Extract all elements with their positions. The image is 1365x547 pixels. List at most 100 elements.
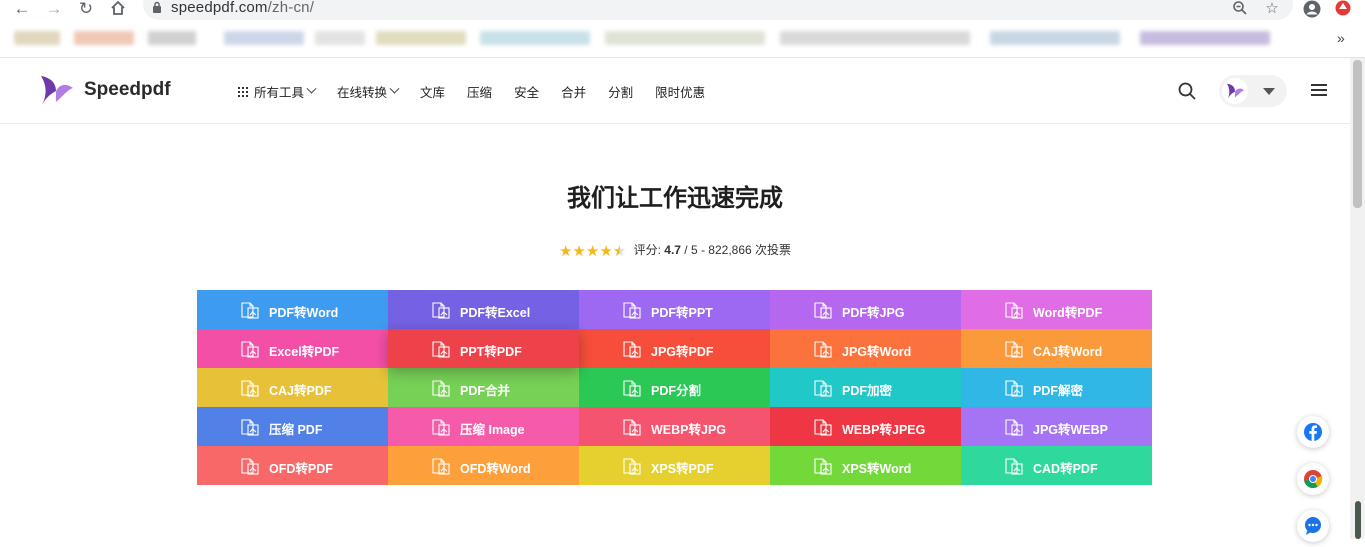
profile-icon[interactable] <box>1303 0 1321 18</box>
facebook-share-button[interactable] <box>1297 416 1329 448</box>
brand-name[interactable]: Speedpdf <box>84 79 171 101</box>
tool-tile-12[interactable]: PDF分割 <box>579 368 770 407</box>
tool-tile-9[interactable]: CAJ转Word <box>961 329 1152 368</box>
tool-tile-20[interactable]: OFD转PDF <box>197 446 388 485</box>
chat-button[interactable] <box>1297 510 1329 542</box>
bookmark-item[interactable] <box>1140 31 1270 45</box>
tool-tile-18[interactable]: WEBP转JPEG <box>770 407 961 446</box>
tool-tile-17[interactable]: WEBP转JPG <box>579 407 770 446</box>
zoom-icon[interactable] <box>1231 0 1249 18</box>
bookmark-item[interactable] <box>148 31 196 45</box>
forward-icon[interactable]: → <box>44 0 64 18</box>
speedpdf-logo-icon[interactable] <box>38 72 74 108</box>
pdf-word-icon <box>241 300 259 319</box>
user-menu[interactable] <box>1219 75 1287 107</box>
tool-tile-14[interactable]: PDF解密 <box>961 368 1152 407</box>
hamburger-menu-icon[interactable] <box>1311 84 1327 98</box>
bookmark-item[interactable] <box>780 31 970 45</box>
nav-item-1[interactable]: 在线转换 <box>337 82 400 101</box>
nav-item-6[interactable]: 分割 <box>608 82 633 101</box>
tool-label: Word转PDF <box>1033 306 1103 320</box>
nav-item-4[interactable]: 安全 <box>514 82 539 101</box>
excel-pdf-icon <box>241 339 259 358</box>
chrome-extension-button[interactable] <box>1297 463 1329 495</box>
jpg-pdf-icon <box>623 339 641 358</box>
speedpdf-avatar-icon <box>1227 83 1245 99</box>
tool-label: PDF转Excel <box>460 306 531 320</box>
jpg-webp-icon <box>1005 417 1023 436</box>
omnibox[interactable] <box>143 0 1293 20</box>
tool-tile-24[interactable]: CAD转PDF <box>961 446 1152 485</box>
tool-tile-5[interactable]: Excel转PDF <box>197 329 388 368</box>
star-full-icon: ★ <box>585 243 600 260</box>
tool-label: CAD转PDF <box>1033 462 1098 476</box>
bookmark-item[interactable] <box>376 31 466 45</box>
bookmark-item[interactable] <box>14 31 60 45</box>
tool-tile-15[interactable]: 压缩 PDF <box>197 407 388 446</box>
star-bookmark-icon[interactable]: ☆ <box>1263 0 1281 18</box>
bookmark-item[interactable] <box>224 31 304 45</box>
nav-item-label: 所有工具 <box>254 86 305 100</box>
rating-value: 4.7 <box>664 243 681 257</box>
webp-jpeg-icon <box>814 417 832 436</box>
home-icon[interactable] <box>108 0 128 18</box>
tool-label: PDF加密 <box>842 384 893 398</box>
rating-votes: / 5 - 822,866 次投票 <box>684 243 792 257</box>
nav-item-2[interactable]: 文库 <box>420 82 445 101</box>
tool-tile-13[interactable]: PDF加密 <box>770 368 961 407</box>
nav-item-label: 合并 <box>561 86 587 100</box>
bookmark-item[interactable] <box>480 31 590 45</box>
back-icon[interactable]: ← <box>12 0 32 18</box>
nav-item-label: 在线转换 <box>337 86 388 100</box>
nav-item-7[interactable]: 限时优惠 <box>655 82 705 101</box>
nav-item-5[interactable]: 合并 <box>561 82 586 101</box>
bookmark-item[interactable] <box>605 31 765 45</box>
nav-item-label: 安全 <box>514 86 540 100</box>
reload-icon[interactable]: ↻ <box>76 0 96 18</box>
bookmark-item[interactable] <box>990 31 1120 45</box>
tool-tile-2[interactable]: PDF转PPT <box>579 290 770 329</box>
bookmarks-more[interactable]: » <box>1337 30 1345 46</box>
tool-tile-16[interactable]: 压缩 Image <box>388 407 579 446</box>
tool-grid: PDF转Word PDF转Excel PDF转PPT PDF转JPG Word转PDF E… <box>197 290 1152 485</box>
tool-tile-21[interactable]: OFD转Word <box>388 446 579 485</box>
tool-tile-11[interactable]: PDF合并 <box>388 368 579 407</box>
lock-icon <box>153 1 161 13</box>
caj-pdf-icon <box>241 378 259 397</box>
scrollbar-thumb[interactable] <box>1353 60 1362 208</box>
nav-item-label: 限时优惠 <box>655 86 706 100</box>
url-host: speedpdf.com <box>171 0 268 16</box>
tool-label: XPS转PDF <box>651 462 714 476</box>
tool-tile-8[interactable]: JPG转Word <box>770 329 961 368</box>
tool-tile-1[interactable]: PDF转Excel <box>388 290 579 329</box>
tool-tile-10[interactable]: CAJ转PDF <box>197 368 388 407</box>
tool-tile-4[interactable]: Word转PDF <box>961 290 1152 329</box>
caj-word-icon <box>1005 339 1023 358</box>
main-nav: 所有工具 在线转换 文库 压缩 安全 合并 分割 限时优惠 <box>238 82 727 101</box>
search-icon[interactable] <box>1177 81 1197 101</box>
bookmark-item[interactable] <box>315 31 365 45</box>
site-header: Speedpdf 所有工具 在线转换 文库 压缩 安全 合并 分割 限时优惠 <box>0 58 1350 124</box>
rating-summary: ★★★★★ 评分: 4.7 / 5 - 822,866 次投票 <box>0 241 1350 259</box>
nav-item-3[interactable]: 压缩 <box>467 82 492 101</box>
nav-item-0[interactable]: 所有工具 <box>238 82 317 101</box>
tool-tile-23[interactable]: XPS转Word <box>770 446 961 485</box>
tool-tile-6[interactable]: PPT转PDF <box>388 329 579 368</box>
tool-label: 压缩 Image <box>460 423 525 437</box>
url-text[interactable]: speedpdf.com/zh-cn/ <box>171 0 314 16</box>
tool-tile-0[interactable]: PDF转Word <box>197 290 388 329</box>
tool-label: PDF合并 <box>460 384 511 398</box>
lock-icon <box>814 378 832 397</box>
ppt-pdf-icon <box>432 339 450 358</box>
bookmark-item[interactable] <box>74 31 134 45</box>
pdf-excel-icon <box>432 300 450 319</box>
avatar <box>1222 78 1248 104</box>
tool-label: 压缩 PDF <box>269 423 323 437</box>
tool-tile-19[interactable]: JPG转WEBP <box>961 407 1152 446</box>
tool-tile-7[interactable]: JPG转PDF <box>579 329 770 368</box>
tool-tile-22[interactable]: XPS转PDF <box>579 446 770 485</box>
page-scrollbar[interactable] <box>1350 58 1365 539</box>
xps-word-icon <box>814 456 832 475</box>
extension-icon[interactable] <box>1334 0 1352 18</box>
tool-tile-3[interactable]: PDF转JPG <box>770 290 961 329</box>
